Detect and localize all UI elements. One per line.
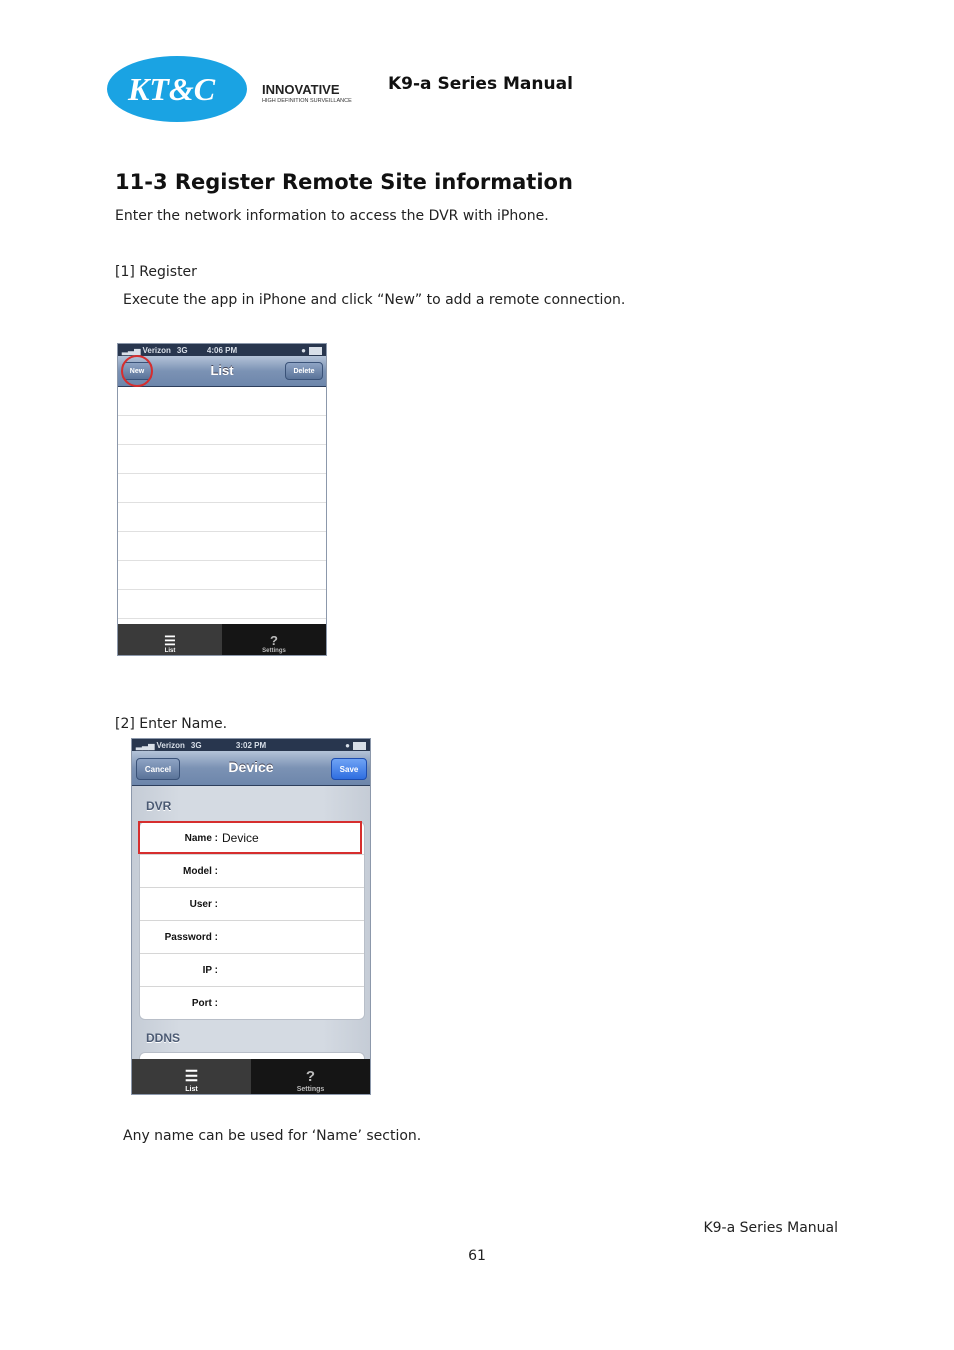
ip-field[interactable]: IP :: [140, 954, 364, 987]
tab-settings-label: Settings: [296, 1086, 325, 1093]
tab-list-label: List: [164, 648, 176, 654]
nav-bar: Cancel Device Save: [132, 751, 370, 786]
status-bar: ▂▃▅ Verizon 3G 3:02 PM ●: [132, 739, 370, 751]
list-row[interactable]: [118, 590, 326, 619]
company-logo: KT&C INNOVATIVE HIGH DEFINITION SURVEILL…: [106, 54, 368, 124]
nav-bar: New List Delete: [118, 355, 326, 387]
step1-heading: [1] Register: [115, 264, 197, 280]
list-row[interactable]: [118, 416, 326, 445]
page-number: 61: [468, 1248, 486, 1264]
port-label: Port :: [191, 997, 218, 1009]
password-label: Password :: [164, 931, 218, 943]
screenshot-list: ▂▃▅ Verizon 3G 4:06 PM ● New List Delete…: [117, 343, 327, 656]
logo-tagline: INNOVATIVE: [262, 82, 340, 97]
save-button[interactable]: Save: [331, 758, 367, 780]
tab-settings-label: Settings: [262, 648, 286, 654]
screenshot-device: ▂▃▅ Verizon 3G 3:02 PM ● Cancel Device S…: [131, 738, 371, 1095]
logo-text: KT&C: [127, 71, 216, 107]
user-label: User :: [189, 898, 218, 910]
highlight-circle: [121, 355, 153, 387]
section-intro: Enter the network information to access …: [115, 208, 549, 224]
highlight-box: [138, 821, 362, 854]
list-row[interactable]: [118, 387, 326, 416]
ip-label: IP :: [202, 964, 218, 976]
tab-list[interactable]: ☰ List: [118, 624, 222, 655]
help-icon: ?: [270, 633, 278, 648]
step1-text: Execute the app in iPhone and click “New…: [123, 292, 626, 308]
group-header-ddns: DDNS: [146, 1031, 181, 1045]
delete-button[interactable]: Delete: [285, 362, 323, 380]
password-field[interactable]: Password :: [140, 921, 364, 954]
user-field[interactable]: User :: [140, 888, 364, 921]
section-title: 11-3 Register Remote Site information: [115, 170, 573, 194]
list-row[interactable]: [118, 561, 326, 590]
port-field[interactable]: Port :: [140, 987, 364, 1019]
alarm-icon: ●: [345, 741, 350, 750]
header-manual-title: K9-a Series Manual: [388, 74, 573, 94]
tab-list-label: List: [185, 1086, 198, 1093]
list-row[interactable]: [118, 474, 326, 503]
list-row[interactable]: [118, 445, 326, 474]
model-field[interactable]: Model :: [140, 855, 364, 888]
tab-bar: ☰ List ? Settings: [132, 1059, 370, 1094]
footer-manual-title: K9-a Series Manual: [703, 1220, 838, 1236]
tab-list[interactable]: ☰ List: [132, 1059, 251, 1094]
group-header-dvr: DVR: [146, 799, 172, 813]
alarm-icon: ●: [301, 346, 306, 355]
list-icon: ☰: [184, 1068, 199, 1085]
battery-icon: [353, 741, 366, 750]
status-time: 3:02 PM: [235, 740, 267, 750]
help-icon: ?: [305, 1068, 316, 1085]
tab-settings[interactable]: ? Settings: [222, 624, 326, 655]
status-time: 4:06 PM: [206, 345, 238, 355]
device-list: [118, 387, 326, 619]
step2-heading: [2] Enter Name.: [115, 716, 228, 732]
battery-icon: [309, 346, 322, 355]
logo-subtagline: HIGH DEFINITION SURVEILLANCE: [262, 98, 352, 104]
tab-bar: ☰ List ? Settings: [118, 624, 326, 655]
model-label: Model :: [183, 865, 218, 877]
tab-settings[interactable]: ? Settings: [251, 1059, 370, 1094]
list-row[interactable]: [118, 532, 326, 561]
list-icon: ☰: [164, 633, 176, 648]
name-note: Any name can be used for ‘Name’ section.: [123, 1128, 422, 1144]
list-row[interactable]: [118, 503, 326, 532]
